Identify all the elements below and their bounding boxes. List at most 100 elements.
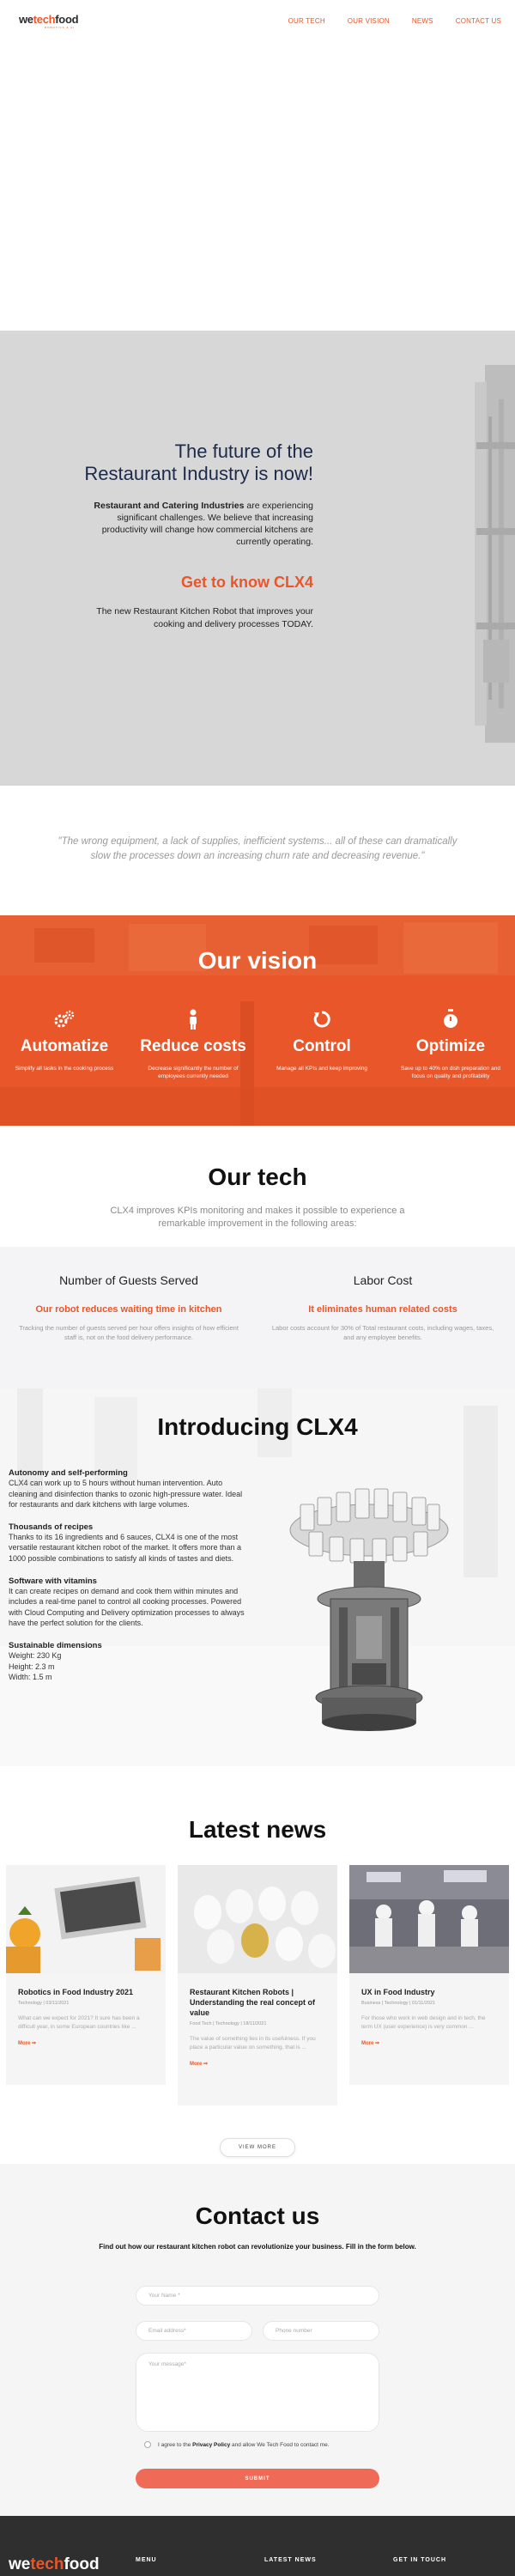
tech-col-highlight: It eliminates human related costs: [308, 1304, 457, 1315]
tech-col-highlight: Our robot reduces waiting time in kitche…: [35, 1304, 222, 1315]
clx4-robot-image: [289, 1488, 449, 1731]
news-card-meta: Food Tech | Technology | 18/11/2021: [190, 2021, 267, 2027]
news-image-laptop: [6, 1865, 166, 1973]
news-card-more-link[interactable]: More ⇒: [190, 2061, 325, 2067]
nav-news[interactable]: NEWS: [412, 17, 433, 25]
vision-section: Our vision Automatize Simplify all tasks…: [0, 915, 515, 1126]
tech-col-title: Labor Cost: [353, 1273, 413, 1287]
privacy-policy-link[interactable]: Privacy Policy: [192, 2442, 230, 2448]
spec-autonomy: Autonomy and self-performing CLX4 can wo…: [9, 1468, 249, 1510]
news-card-meta: Business | Technology | 01/11/2021: [361, 2001, 436, 2007]
spec-title: Sustainable dimensions: [9, 1640, 102, 1650]
vision-title: Our vision: [197, 947, 318, 974]
tech-col-title: Number of Guests Served: [59, 1273, 198, 1287]
tech-title: Our tech: [208, 1163, 307, 1190]
spec-title: Autonomy and self-performing: [9, 1468, 128, 1478]
footer-menu-heading: MENU: [136, 2557, 157, 2563]
spec-weight: Weight: 230 Kg: [9, 1650, 62, 1660]
news-card-title[interactable]: Robotics in Food Industry 2021: [18, 1987, 154, 1997]
submit-button[interactable]: SUBMIT: [136, 2469, 379, 2488]
vision-item-text: Simplify all tasks in the cooking proces…: [15, 1066, 114, 1072]
hero-paragraph-2: The new Restaurant Kitchen Robot that im…: [96, 606, 313, 629]
hero-section: The future of the Restaurant Industry is…: [0, 331, 515, 786]
hero-title: The future of the Restaurant Industry is…: [84, 440, 313, 485]
news-card-excerpt: What can we expect for 2021? It sure has…: [18, 2015, 140, 2030]
hero-text: The future of the Restaurant Industry is…: [77, 440, 313, 630]
vision-item-control: Control Manage all KPIs and keep improvi…: [258, 1008, 386, 1081]
contact-title: Contact us: [195, 2202, 320, 2229]
logo-tagline: ROBOTICS & AI: [45, 25, 76, 29]
vision-item-title: Control: [293, 1037, 351, 1055]
spec-text: It can create recipes on demand and cook…: [9, 1586, 245, 1628]
nav-our-tech[interactable]: OUR TECH: [288, 17, 325, 25]
stopwatch-icon: [386, 1008, 515, 1030]
tech-col-guests: Number of Guests Served Our robot reduce…: [17, 1273, 240, 1343]
news-card-meta: Technology | 03/11/2021: [18, 2001, 70, 2007]
logo-food: food: [55, 12, 79, 26]
spec-text: Thanks to its 16 ingredients and 6 sauce…: [9, 1532, 241, 1563]
name-field[interactable]: Your Name *: [136, 2286, 379, 2306]
footer-contact-heading: GET IN TOUCH: [393, 2557, 447, 2563]
person-icon: [129, 1008, 258, 1030]
spec-width: Width: 1.5 m: [9, 1673, 52, 1682]
privacy-checkbox[interactable]: [144, 2441, 151, 2448]
nav-contact-us[interactable]: CONTACT US: [456, 17, 501, 25]
tech-col-text: Tracking the number of guests served per…: [19, 1324, 239, 1342]
vision-item-reduce-costs: Reduce costs Decrease significantly the …: [129, 1008, 258, 1081]
hero-subtitle: Get to know CLX4: [180, 574, 313, 592]
hero-paragraph: Restaurant and Catering Industries are e…: [77, 500, 313, 549]
spec-software: Software with vitamins It can create rec…: [9, 1577, 249, 1629]
news-card-more-link[interactable]: More ⇒: [18, 2040, 154, 2046]
view-more-button[interactable]: VIEW MORE: [220, 2138, 295, 2157]
email-field[interactable]: Email address*: [136, 2321, 252, 2341]
tech-col-labor: Labor Cost It eliminates human related c…: [271, 1273, 494, 1343]
spec-text: CLX4 can work up to 5 hours without huma…: [9, 1479, 243, 1510]
gears-icon: [0, 1008, 129, 1030]
privacy-text-pre: I agree to the: [158, 2441, 193, 2448]
vision-item-optimize: Optimize Save up to 40% on dish preparat…: [386, 1008, 515, 1081]
message-field[interactable]: Your message*: [136, 2353, 379, 2432]
introducing-title: Introducing CLX4: [157, 1413, 358, 1440]
vision-item-title: Automatize: [20, 1037, 109, 1055]
phone-field[interactable]: Phone number: [263, 2321, 379, 2341]
news-card-title[interactable]: UX in Food Industry: [361, 1987, 497, 1997]
tech-intro: CLX4 improves KPIs monitoring and makes …: [110, 1206, 405, 1230]
quote-text: "The wrong equipment, a lack of supplies…: [58, 836, 457, 861]
news-image-eggs: [178, 1865, 337, 1973]
news-title: Latest news: [188, 1816, 327, 1843]
footer-logo[interactable]: wetechfood: [9, 2555, 100, 2574]
spec-dimensions: Sustainable dimensions Weight: 230 Kg He…: [9, 1641, 249, 1683]
spec-title: Software with vitamins: [9, 1576, 97, 1586]
logo-tech: tech: [33, 12, 56, 26]
privacy-consent: I agree to the Privacy Policy and allow …: [144, 2441, 330, 2448]
news-card-title[interactable]: Restaurant Kitchen Robots | Understandin…: [190, 1987, 325, 2018]
vision-columns: Automatize Simplify all tasks in the coo…: [0, 1008, 515, 1081]
spec-height: Height: 2.3 m: [9, 1662, 55, 1671]
vision-item-text: Decrease significantly the number of emp…: [148, 1066, 239, 1080]
brand-logo[interactable]: wetechfood ROBOTICS & AI: [19, 12, 79, 29]
refresh-icon: [258, 1008, 386, 1030]
tech-col-text: Labor costs account for 30% of Total res…: [271, 1324, 494, 1342]
logo-we: we: [19, 12, 33, 26]
footer-logo-food: food: [64, 2555, 100, 2573]
news-card[interactable]: UX in Food Industry Business | Technolog…: [349, 1865, 509, 2085]
vision-item-title: Optimize: [415, 1037, 486, 1055]
news-card[interactable]: Restaurant Kitchen Robots | Understandin…: [178, 1865, 337, 2105]
main-nav: OUR TECH OUR VISION NEWS CONTACT US: [288, 17, 501, 25]
spec-list: Autonomy and self-performing CLX4 can wo…: [9, 1468, 249, 1695]
robot-column-image: [475, 365, 515, 743]
vision-item-title: Reduce costs: [140, 1037, 246, 1055]
news-card[interactable]: Robotics in Food Industry 2021 Technolog…: [6, 1865, 166, 2085]
news-card-excerpt: The value of something lies in its usefu…: [190, 2036, 316, 2051]
news-card-more-link[interactable]: More ⇒: [361, 2040, 497, 2046]
vision-item-text: Manage all KPIs and keep improving: [276, 1066, 367, 1072]
site-header: wetechfood ROBOTICS & AI OUR TECH OUR VI…: [0, 0, 515, 41]
footer-logo-tech: tech: [30, 2555, 64, 2573]
footer-news-heading: LATEST NEWS: [264, 2557, 317, 2563]
spec-title: Thousands of recipes: [9, 1522, 94, 1532]
privacy-text: I agree to the Privacy Policy and allow …: [158, 2442, 330, 2448]
nav-our-vision[interactable]: OUR VISION: [348, 17, 390, 25]
spec-recipes: Thousands of recipes Thanks to its 16 in…: [9, 1522, 249, 1564]
footer-logo-we: we: [9, 2555, 31, 2573]
contact-subtitle: Find out how our restaurant kitchen robo…: [99, 2243, 416, 2251]
